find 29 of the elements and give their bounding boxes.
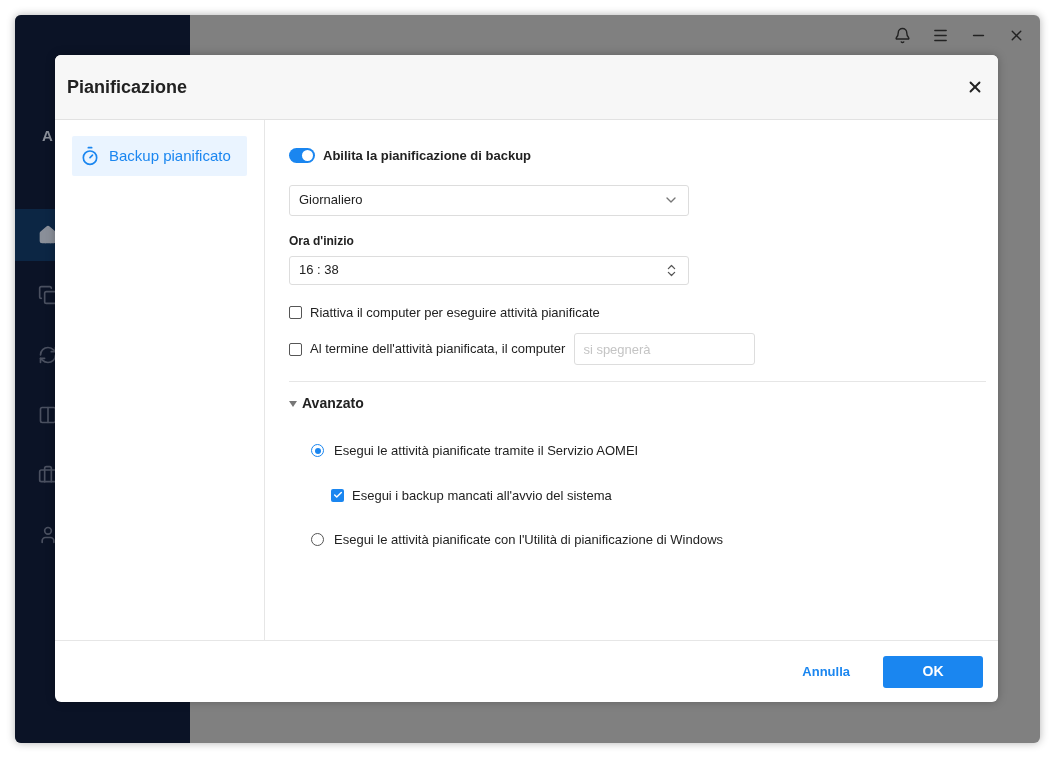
briefcase-icon	[38, 465, 58, 485]
checkbox-label: Riattiva il computer per eseguire attività pianificate	[310, 303, 600, 322]
radio-label: Esegui le attività pianificate tramite il Servizio AOMEI	[334, 442, 639, 460]
notification-icon[interactable]	[894, 27, 911, 44]
copy-icon	[38, 285, 58, 305]
expand-triangle-icon[interactable]	[289, 400, 297, 407]
columns-icon	[38, 405, 58, 425]
home-icon	[38, 225, 58, 245]
checkbox-label: Al termine dell'attività pianificata, il computer	[310, 340, 566, 359]
logo-text: A	[42, 126, 53, 146]
checkbox[interactable]	[289, 305, 302, 319]
sidebar-item[interactable]: Backup pianificato	[72, 136, 247, 176]
checkbox-label: Esegui i backup mancati all'avvio del sistema	[352, 486, 612, 505]
toggle-switch[interactable]	[289, 148, 315, 164]
radio-label: Esegui le attività pianificate con l'Utilità di pianificazione di Windows	[334, 531, 724, 549]
section-heading: Avanzato	[302, 394, 364, 413]
power-option-field[interactable]: si spegnerà	[574, 333, 756, 365]
checkbox[interactable]	[289, 342, 302, 356]
stopwatch-icon	[80, 146, 100, 166]
dialog-title: Pianificazione	[67, 75, 188, 99]
ok-button[interactable]: OK	[883, 655, 983, 688]
time-field[interactable]: 16 : 38	[289, 255, 689, 285]
toggle-label: Abilita la pianificazione di backup	[323, 147, 532, 165]
cancel-button[interactable]: Annulla	[802, 661, 850, 682]
menu-icon[interactable]	[932, 27, 949, 44]
user-icon	[38, 525, 58, 545]
checkbox[interactable]	[331, 488, 344, 502]
frequency-dropdown[interactable]: Giornaliero	[289, 184, 689, 216]
field-label: Ora d'inizio	[289, 232, 355, 250]
